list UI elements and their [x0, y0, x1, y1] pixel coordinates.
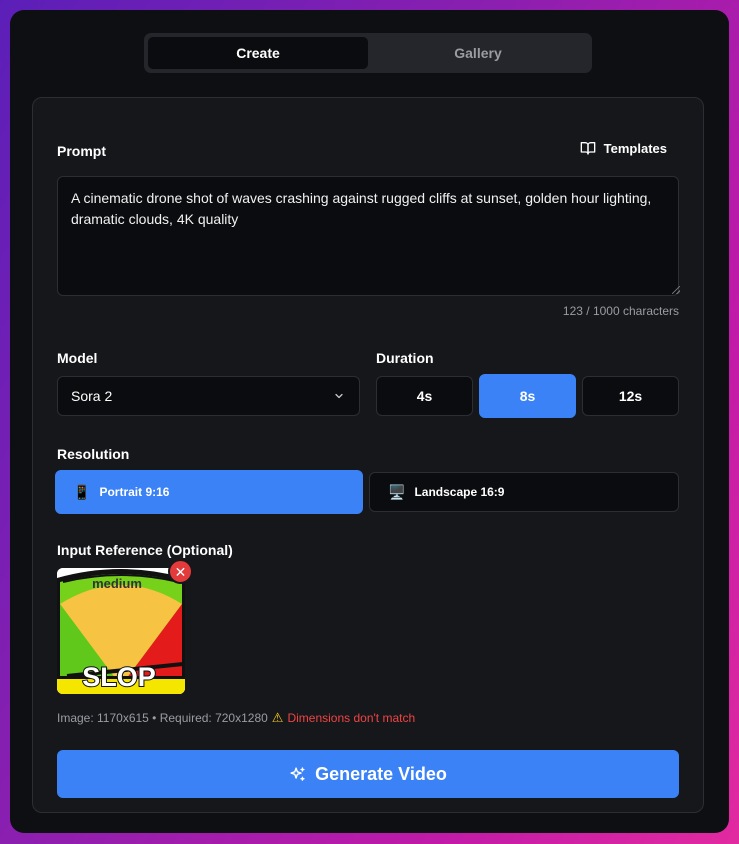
- duration-12s-button[interactable]: 12s: [582, 376, 679, 416]
- resize-handle[interactable]: [672, 286, 680, 294]
- slop-meter-image: medium SLOP: [57, 568, 185, 694]
- duration-8s-button[interactable]: 8s: [479, 374, 576, 418]
- tab-gallery[interactable]: Gallery: [368, 37, 588, 69]
- duration-label: Duration: [376, 350, 434, 366]
- templates-label: Templates: [603, 140, 667, 156]
- prompt-label: Prompt: [57, 143, 106, 159]
- remove-image-button[interactable]: ✕: [168, 559, 193, 584]
- app-window: Create Gallery Prompt Templates A cinema…: [10, 10, 729, 833]
- model-selected-value: Sora 2: [71, 388, 113, 404]
- image-text-bottom: SLOP: [82, 662, 156, 692]
- dimension-warning: Dimensions don't match: [287, 711, 416, 725]
- prompt-textarea[interactable]: A cinematic drone shot of waves crashing…: [57, 176, 679, 296]
- phone-icon: 📱: [73, 483, 91, 500]
- resolution-options: 📱 Portrait 9:16 🖥️ Landscape 16:9: [55, 470, 679, 514]
- create-form-card: Prompt Templates A cinematic drone shot …: [32, 97, 704, 813]
- tab-create[interactable]: Create: [148, 37, 368, 69]
- reference-label: Input Reference (Optional): [57, 542, 233, 558]
- portrait-label: Portrait 9:16: [99, 485, 170, 499]
- warning-icon: ⚠: [271, 710, 284, 725]
- landscape-button[interactable]: 🖥️ Landscape 16:9: [369, 472, 679, 512]
- view-tabs: Create Gallery: [144, 33, 592, 73]
- chevron-down-icon: [335, 393, 343, 399]
- model-label: Model: [57, 350, 98, 366]
- reference-image-thumbnail: medium SLOP: [57, 568, 185, 694]
- book-open-icon: [580, 142, 595, 155]
- image-dimensions-info: Image: 1170x615 • Required: 720x1280 ⚠ D…: [57, 710, 415, 726]
- image-text-top: medium: [92, 576, 142, 591]
- landscape-label: Landscape 16:9: [414, 485, 505, 499]
- generate-label: Generate Video: [315, 763, 447, 784]
- duration-4s-button[interactable]: 4s: [376, 376, 473, 416]
- portrait-button[interactable]: 📱 Portrait 9:16: [55, 470, 363, 514]
- character-count: 123 / 1000 characters: [562, 304, 679, 318]
- templates-button[interactable]: Templates: [580, 140, 667, 156]
- resolution-label: Resolution: [57, 446, 130, 462]
- sparkles-icon: [290, 766, 305, 781]
- generate-video-button[interactable]: Generate Video: [57, 750, 679, 798]
- duration-options: 4s 8s 12s: [376, 374, 679, 418]
- model-select[interactable]: Sora 2: [57, 376, 360, 416]
- image-info-text: Image: 1170x615 • Required: 720x1280: [57, 711, 268, 725]
- close-icon: ✕: [174, 563, 187, 580]
- desktop-icon: 🖥️: [388, 483, 406, 500]
